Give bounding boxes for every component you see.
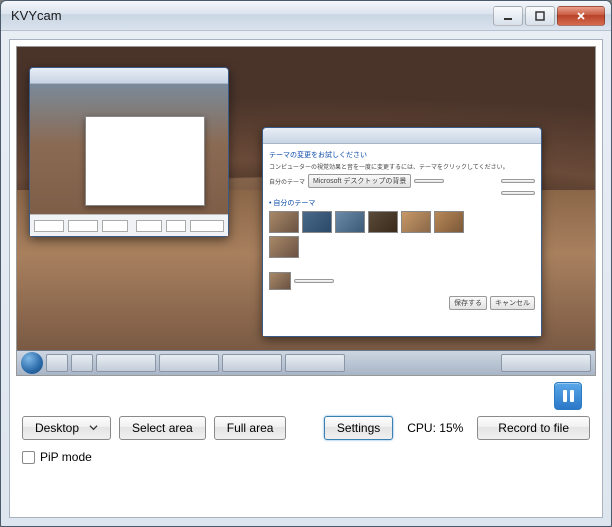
pip-mini-btn (102, 220, 128, 232)
close-button[interactable] (557, 6, 605, 26)
theme-thumb (269, 211, 299, 233)
controls-area: Desktop Select area Full area Settings C… (16, 376, 596, 511)
button-row: Desktop Select area Full area Settings C… (18, 416, 594, 440)
theme-thumb (335, 211, 365, 233)
pip-body (30, 84, 228, 236)
taskbar-tray (501, 354, 591, 372)
pip-window (29, 67, 229, 237)
window-title: KVYcam (11, 8, 493, 23)
pause-icon (563, 390, 574, 402)
dialog-small-btn (414, 179, 444, 183)
pip-mode-row: PiP mode (18, 450, 594, 464)
dialog-combo-small (294, 279, 334, 283)
dialog-body: テーマの変更をお試しください コンピューターの視覚効果と音を一度に変更するには、… (263, 144, 541, 336)
dialog-titlebar (263, 128, 541, 144)
dialog-section-label: 自分のテーマ (269, 177, 305, 186)
cpu-usage-label: CPU: 15% (401, 421, 469, 435)
source-dropdown-label: Desktop (35, 421, 79, 435)
theme-thumb (368, 211, 398, 233)
pip-mini-btn (190, 220, 224, 232)
pip-titlebar (30, 68, 228, 84)
pip-mini-btn (136, 220, 162, 232)
pip-mode-label: PiP mode (40, 450, 92, 464)
dialog-subtext: コンピューターの視覚効果と音を一度に変更するには、テーマをクリックしてください。 (269, 162, 535, 171)
dialog-ok-button: 保存する (449, 296, 487, 310)
theme-thumb (401, 211, 431, 233)
chevron-down-icon (89, 421, 98, 435)
taskbar-item (96, 354, 156, 372)
taskbar-item (46, 354, 68, 372)
theme-thumb-small (269, 272, 291, 290)
pip-inner-window (85, 116, 205, 206)
record-to-file-button[interactable]: Record to file (477, 416, 590, 440)
theme-thumb (302, 211, 332, 233)
captured-taskbar (17, 350, 595, 375)
dialog-header-link: テーマの変更をお試しください (269, 150, 535, 160)
pip-mini-btn (68, 220, 98, 232)
minimize-button[interactable] (493, 6, 523, 26)
dialog-cancel-button: キャンセル (490, 296, 535, 310)
dialog-combo: Microsoft デスクトップの背景 (308, 174, 411, 188)
pip-mini-text (166, 220, 186, 232)
theme-thumb (269, 236, 299, 258)
titlebar[interactable]: KVYcam (1, 1, 611, 31)
taskbar-item (285, 354, 345, 372)
taskbar-item (159, 354, 219, 372)
dialog-side-btn (501, 179, 535, 183)
capture-preview: テーマの変更をお試しください コンピューターの視覚効果と音を一度に変更するには、… (16, 46, 596, 376)
app-window: KVYcam (0, 0, 612, 527)
window-controls (493, 6, 605, 26)
pip-mini-combo (34, 220, 64, 232)
maximize-button[interactable] (525, 6, 555, 26)
source-dropdown[interactable]: Desktop (22, 416, 111, 440)
pip-mode-checkbox[interactable] (22, 451, 35, 464)
taskbar-item (71, 354, 93, 372)
pip-bottom-bar (30, 214, 228, 236)
select-area-button[interactable]: Select area (119, 416, 206, 440)
dialog-window: テーマの変更をお試しください コンピューターの視覚効果と音を一度に変更するには、… (262, 127, 542, 337)
taskbar-item (222, 354, 282, 372)
pause-button[interactable] (554, 382, 582, 410)
theme-thumb (434, 211, 464, 233)
dialog-side-btn (501, 191, 535, 195)
content-frame: テーマの変更をお試しください コンピューターの視覚効果と音を一度に変更するには、… (9, 39, 603, 518)
start-orb-icon (21, 352, 43, 374)
settings-button[interactable]: Settings (324, 416, 393, 440)
dialog-section: • 自分のテーマ (269, 198, 535, 208)
full-area-button[interactable]: Full area (214, 416, 287, 440)
